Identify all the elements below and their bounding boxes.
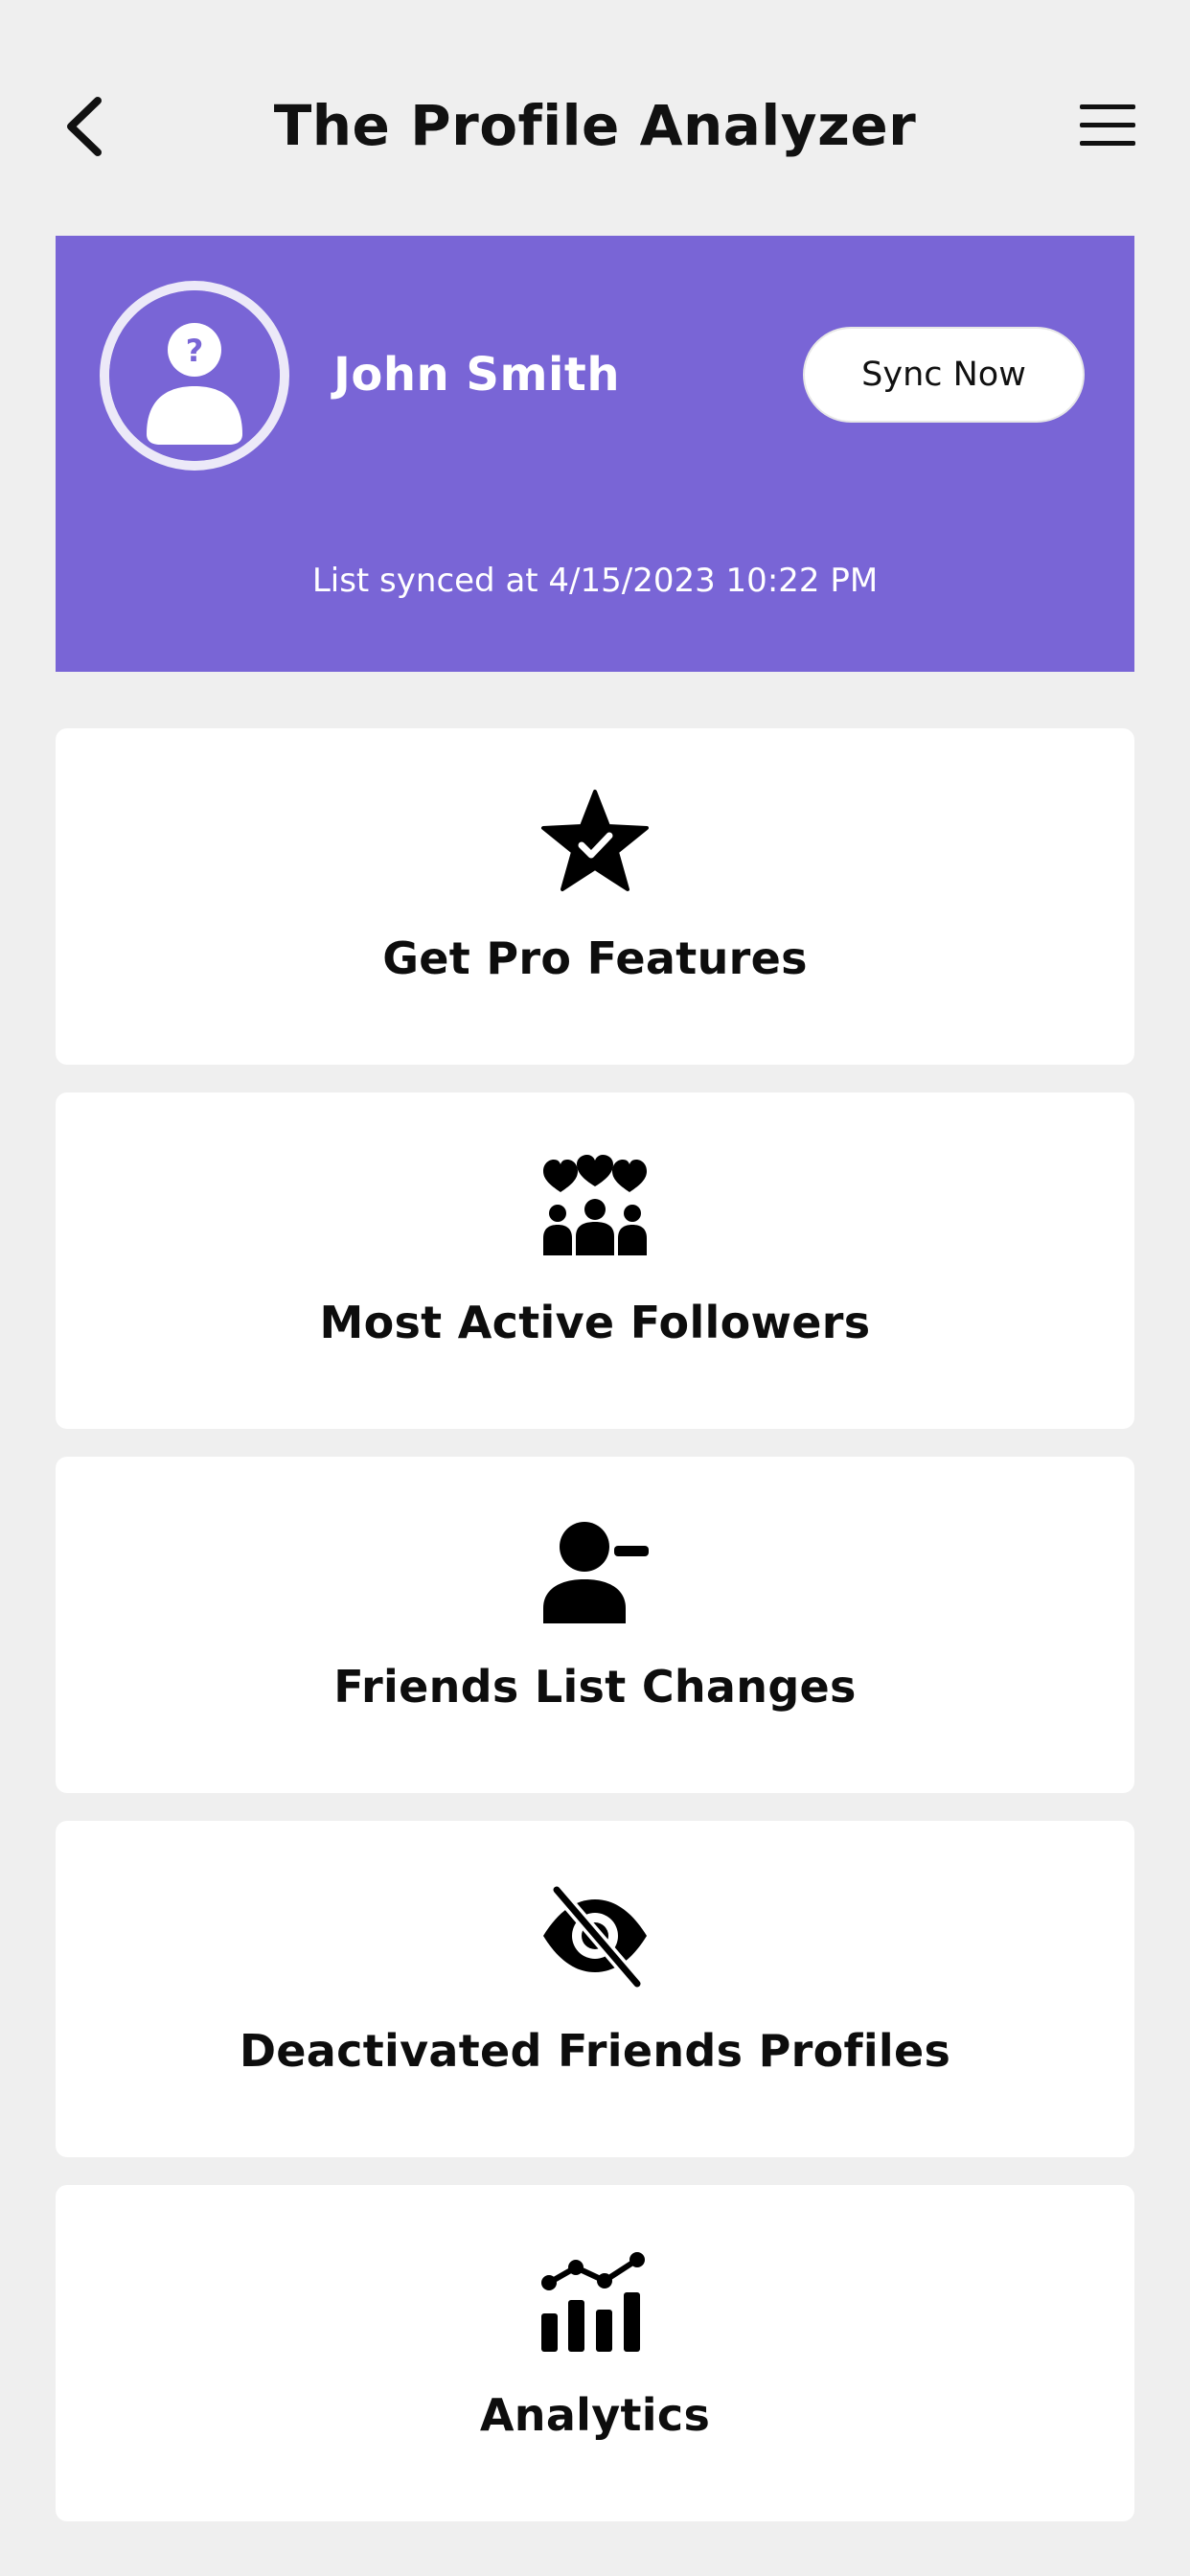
avatar: ? (100, 281, 289, 471)
page-title: The Profile Analyzer (273, 93, 917, 158)
deactivated-friends-profiles-tile[interactable]: Deactivated Friends Profiles (56, 1821, 1134, 2157)
most-active-followers-tile[interactable]: Most Active Followers (56, 1092, 1134, 1429)
profile-card: ? John Smith Sync Now List synced at 4/1… (56, 236, 1134, 672)
hamburger-menu-icon (1080, 104, 1135, 146)
app-header: The Profile Analyzer (0, 0, 1190, 240)
tile-label: Friends List Changes (333, 1661, 857, 1713)
tile-label: Most Active Followers (319, 1297, 871, 1348)
eye-slash-icon (543, 1883, 647, 1990)
analytics-tile[interactable]: Analytics (56, 2185, 1134, 2521)
sync-now-button[interactable]: Sync Now (803, 327, 1085, 423)
analytics-chart-icon (541, 2252, 645, 2352)
menu-button[interactable] (1071, 96, 1144, 153)
friends-list-changes-tile[interactable]: Friends List Changes (56, 1457, 1134, 1793)
star-check-icon (541, 790, 649, 891)
chevron-left-icon (67, 97, 102, 156)
followers-hearts-icon (543, 1155, 647, 1255)
back-button[interactable] (56, 88, 113, 165)
unknown-user-icon: ? (109, 290, 280, 461)
profile-name: John Smith (333, 348, 621, 402)
get-pro-features-tile[interactable]: Get Pro Features (56, 728, 1134, 1065)
tile-label: Analytics (479, 2389, 711, 2441)
svg-text:?: ? (186, 333, 204, 369)
tile-label: Deactivated Friends Profiles (239, 2025, 951, 2077)
tile-label: Get Pro Features (382, 932, 808, 984)
sync-status-text: List synced at 4/15/2023 10:22 PM (311, 562, 879, 600)
user-minus-icon (543, 1522, 649, 1623)
